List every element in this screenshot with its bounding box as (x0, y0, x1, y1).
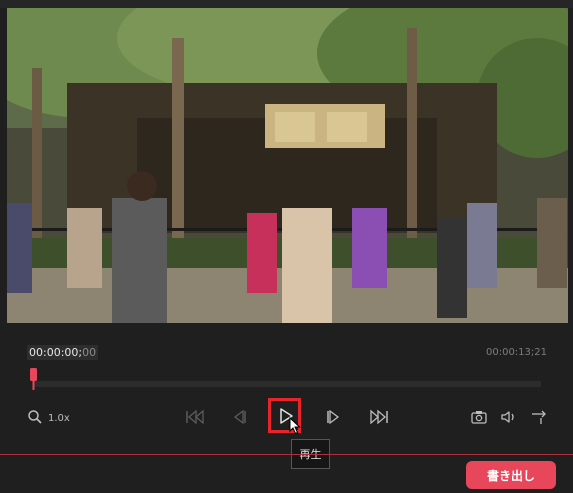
zoom-level-label: 1.0x (48, 413, 70, 424)
timeline-track[interactable] (33, 381, 541, 387)
export-button[interactable]: 書き出し (466, 461, 556, 489)
video-frame-image (7, 8, 568, 323)
footer-divider (0, 454, 573, 455)
video-preview[interactable] (7, 8, 568, 323)
export-arrow-icon[interactable] (529, 407, 549, 427)
mouse-cursor-icon (289, 416, 301, 439)
current-timecode: 00:00:00;00 (27, 345, 99, 360)
top-bar (0, 0, 573, 8)
current-timecode-frames: 00 (82, 346, 97, 359)
next-frame-icon[interactable] (324, 407, 342, 427)
speaker-icon[interactable] (499, 408, 519, 426)
playhead-handle[interactable] (30, 368, 37, 390)
current-timecode-main: 00:00:00; (29, 346, 83, 359)
magnifier-icon[interactable] (26, 408, 44, 426)
skip-to-end-icon[interactable] (368, 407, 390, 427)
skip-to-start-icon[interactable] (184, 407, 206, 427)
camera-icon[interactable] (470, 408, 488, 426)
total-duration: 00:00:13;21 (485, 347, 547, 358)
previous-frame-icon[interactable] (231, 407, 249, 427)
